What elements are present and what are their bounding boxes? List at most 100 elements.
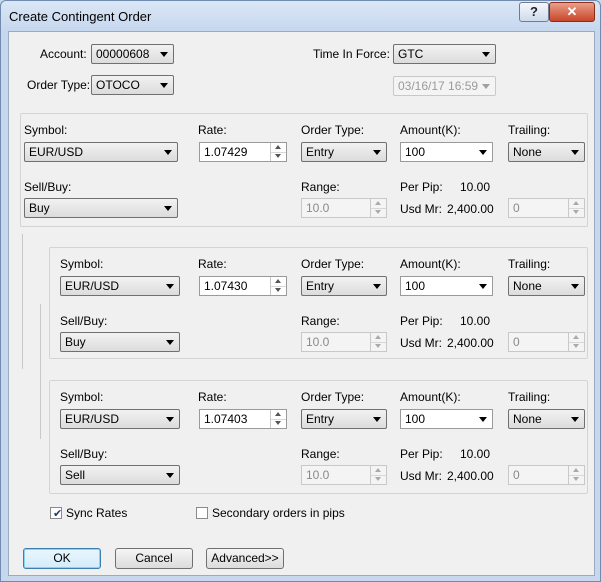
window-title: Create Contingent Order (9, 9, 152, 24)
account-value: 00000608 (96, 47, 150, 61)
range-value: 10.0 (306, 335, 330, 349)
per-pip-value: 10.00 (460, 447, 491, 461)
symbol-select[interactable]: EUR/USD (24, 142, 178, 162)
sell-buy-select[interactable]: Buy (24, 198, 178, 218)
sell-buy-label: Sell/Buy: (60, 447, 108, 461)
stepper-buttons (270, 410, 286, 428)
time-in-force-select[interactable]: GTC (393, 44, 496, 64)
expiry-date-picker[interactable]: 03/16/17 16:59 (393, 76, 496, 96)
sell-buy-label: Sell/Buy: (24, 180, 72, 194)
per-pip-label: Per Pip: (400, 314, 443, 328)
chevron-down-icon (571, 417, 579, 422)
amount-select[interactable]: 100 (400, 276, 493, 296)
spin-down-icon[interactable] (371, 475, 386, 484)
per-pip-value: 10.00 (460, 314, 491, 328)
help-button[interactable]: ? (519, 2, 549, 22)
spin-down-icon[interactable] (569, 208, 584, 217)
trailing-value: None (513, 279, 542, 293)
spin-down-icon[interactable] (271, 152, 286, 161)
range-value: 10.0 (306, 468, 330, 482)
range-stepper[interactable]: 10.0 (301, 198, 387, 218)
account-select[interactable]: 00000608 (91, 44, 174, 64)
checkmark-icon: ✔ (53, 508, 63, 520)
title-bar[interactable]: Create Contingent Order ? ✕ (1, 1, 600, 31)
amount-select[interactable]: 100 (400, 409, 493, 429)
per-pip-label: Per Pip: (400, 447, 443, 461)
close-button[interactable]: ✕ (549, 2, 595, 22)
chevron-down-icon (373, 284, 381, 289)
sell-buy-select[interactable]: Buy (60, 332, 180, 352)
amount-value: 100 (405, 145, 426, 159)
rate-stepper[interactable]: 1.07403 (199, 409, 287, 429)
advanced-button[interactable]: Advanced>> (206, 548, 284, 569)
symbol-label: Symbol: (24, 123, 68, 137)
range-stepper[interactable]: 10.0 (301, 332, 387, 352)
stepper-buttons (370, 333, 386, 351)
trailing-label: Trailing: (508, 123, 551, 137)
order-type-select[interactable]: OTOCO (91, 75, 174, 95)
sell-buy-value: Buy (29, 201, 50, 215)
cancel-button[interactable]: Cancel (115, 548, 193, 569)
secondary-order-panel-2: Symbol: EUR/USD Rate: 1.07403 Order Type… (49, 380, 588, 494)
chevron-down-icon (479, 150, 487, 155)
chevron-down-icon (373, 150, 381, 155)
stepper-buttons (270, 277, 286, 295)
stepper-buttons (270, 143, 286, 161)
trailing-select[interactable]: None (508, 276, 585, 296)
spin-down-icon[interactable] (371, 342, 386, 351)
order-type-select[interactable]: Entry (301, 276, 387, 296)
symbol-value: EUR/USD (29, 145, 84, 159)
order-type-select[interactable]: Entry (301, 409, 387, 429)
rate-label: Rate: (198, 390, 227, 404)
trailing-select[interactable]: None (508, 142, 585, 162)
rate-stepper[interactable]: 1.07429 (199, 142, 287, 162)
usd-margin-label: Usd Mr: (400, 202, 442, 216)
order-type-select[interactable]: Entry (301, 142, 387, 162)
trailing-label: Trailing: (508, 390, 551, 404)
rate-label: Rate: (198, 123, 227, 137)
dialog-window: Create Contingent Order ? ✕ Account: 000… (0, 0, 601, 582)
symbol-label: Symbol: (60, 257, 104, 271)
order-type-value: Entry (306, 145, 335, 159)
amount-value: 100 (405, 412, 426, 426)
sell-buy-value: Buy (65, 335, 86, 349)
amount-label: Amount(K): (400, 390, 461, 404)
stepper-buttons (568, 466, 584, 484)
trailing-stepper[interactable]: 0 (508, 332, 585, 352)
range-value: 10.0 (306, 201, 330, 215)
trailing-select[interactable]: None (508, 409, 585, 429)
spin-down-icon[interactable] (371, 208, 386, 217)
usd-margin-value: 2,400.00 (447, 202, 494, 216)
trailing-stepper[interactable]: 0 (508, 465, 585, 485)
range-label: Range: (301, 314, 340, 328)
range-stepper[interactable]: 10.0 (301, 465, 387, 485)
usd-margin-value: 2,400.00 (447, 336, 494, 350)
rate-stepper[interactable]: 1.07430 (199, 276, 287, 296)
sync-rates-label[interactable]: Sync Rates (66, 506, 127, 520)
chevron-down-icon (571, 284, 579, 289)
sync-rates-checkbox[interactable]: ✔ (50, 507, 63, 520)
amount-label: Amount(K): (400, 123, 461, 137)
symbol-value: EUR/USD (65, 412, 120, 426)
per-pip-value: 10.00 (460, 180, 491, 194)
spin-down-icon[interactable] (271, 419, 286, 428)
sell-buy-select[interactable]: Sell (60, 465, 180, 485)
ok-button[interactable]: OK (23, 548, 101, 569)
amount-value: 100 (405, 279, 426, 293)
spin-down-icon[interactable] (569, 342, 584, 351)
spin-down-icon[interactable] (271, 286, 286, 295)
order-type-label: Order Type: (301, 257, 365, 271)
symbol-select[interactable]: EUR/USD (60, 276, 180, 296)
trailing-label: Trailing: (508, 257, 551, 271)
expiry-date-value: 03/16/17 16:59 (398, 79, 479, 93)
trailing-stepper[interactable]: 0 (508, 198, 585, 218)
chevron-down-icon (164, 206, 172, 211)
spin-down-icon[interactable] (569, 475, 584, 484)
chevron-down-icon (482, 52, 490, 57)
symbol-select[interactable]: EUR/USD (60, 409, 180, 429)
secondary-pips-checkbox[interactable] (196, 507, 208, 519)
amount-select[interactable]: 100 (400, 142, 493, 162)
order-type-label: Order Type: (27, 78, 91, 92)
secondary-pips-label[interactable]: Secondary orders in pips (212, 506, 345, 520)
chevron-down-icon (479, 284, 487, 289)
